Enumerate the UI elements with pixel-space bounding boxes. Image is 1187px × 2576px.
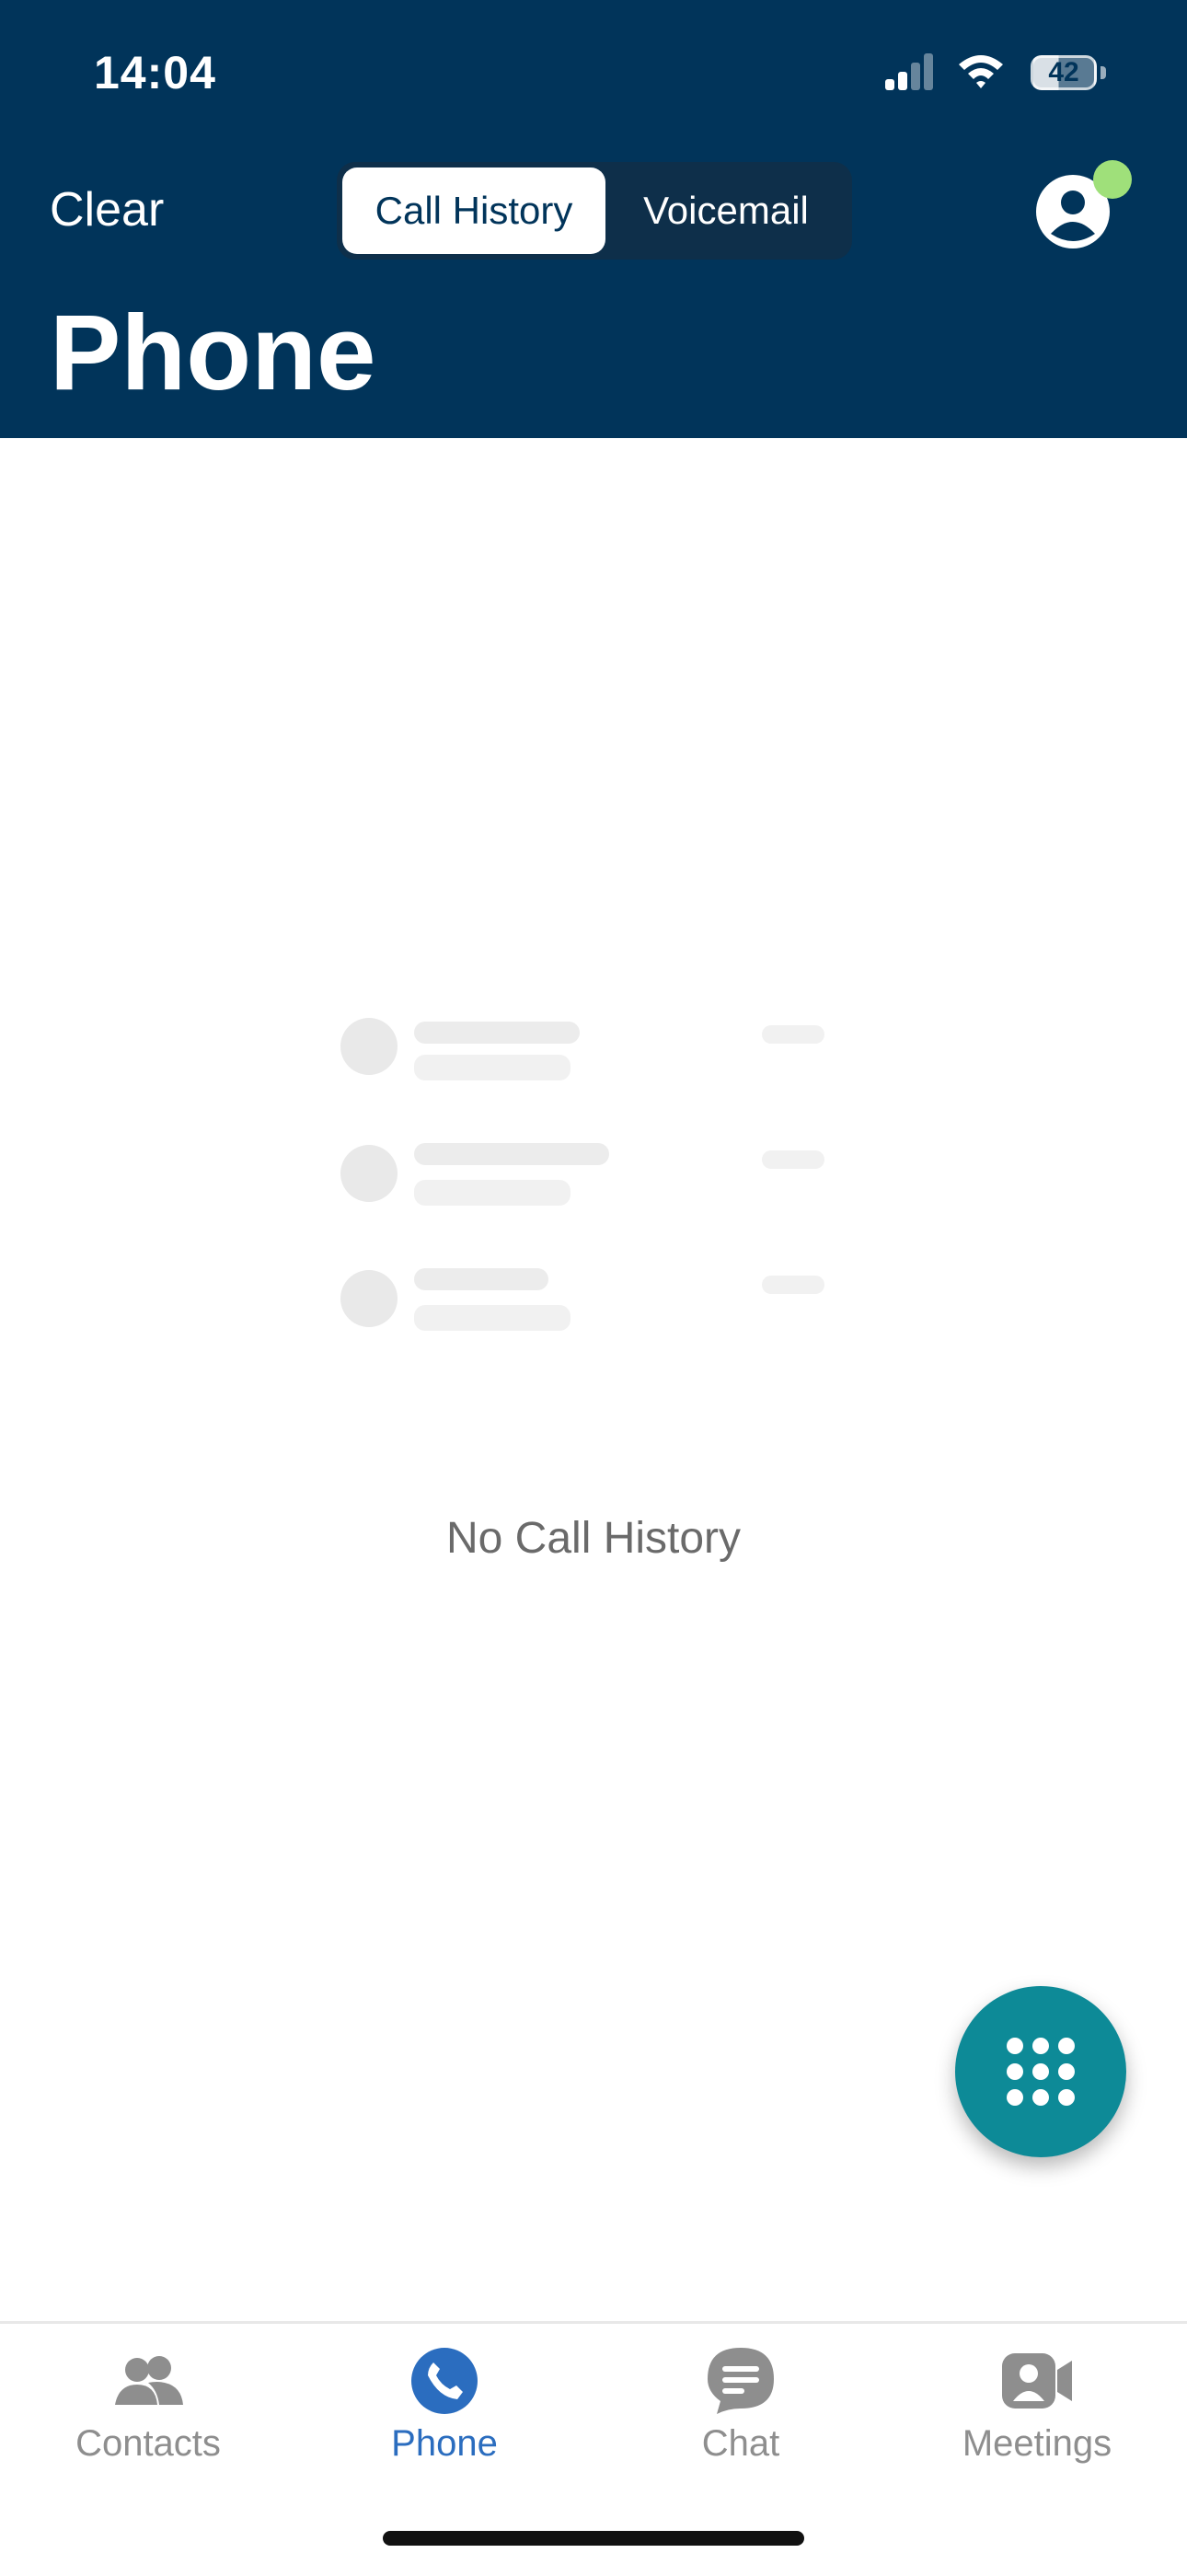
empty-state-message: No Call History [445,1514,742,1563]
skeleton-line [414,1305,570,1331]
segmented-control: Call History Voicemail [337,162,852,260]
wifi-icon [959,55,1003,88]
tab-label: Phone [391,2423,498,2464]
tab-phone[interactable]: Phone [296,2324,593,2489]
tab-label: Meetings [962,2423,1112,2464]
chat-icon [708,2348,774,2414]
tab-label: Contacts [75,2423,221,2464]
tab-voicemail[interactable]: Voicemail [605,167,847,254]
phone-icon [411,2348,478,2414]
skeleton-avatar [340,1270,398,1327]
dialpad-icon [1007,2038,1075,2106]
tab-call-history[interactable]: Call History [342,167,605,254]
page-title: Phone [50,293,376,412]
skeleton-line [762,1025,824,1044]
clear-button[interactable]: Clear [50,182,164,237]
tab-meetings[interactable]: Meetings [889,2324,1185,2489]
skeleton-avatar [340,1018,398,1075]
status-time: 14:04 [94,47,216,98]
skeleton-line [762,1276,824,1294]
contacts-icon [115,2356,183,2405]
meetings-icon [1002,2353,1072,2409]
skeleton-line [414,1268,548,1290]
skeleton-avatar [340,1145,398,1202]
skeleton-line [414,1055,570,1080]
app-header: 14:04 42 Clear Call History Voicemail Ph… [0,0,1187,438]
skeleton-line [414,1022,580,1044]
skeleton-line [762,1150,824,1169]
skeleton-line [414,1180,570,1206]
home-indicator [383,2531,804,2546]
skeleton-line [414,1143,609,1165]
presence-indicator [1093,160,1132,199]
battery-icon: 42 [1031,55,1097,90]
tab-label: Chat [701,2423,780,2464]
empty-state-illustration [340,1018,828,1331]
tab-contacts[interactable]: Contacts [0,2324,296,2489]
cellular-signal-icon [885,53,933,90]
tab-chat[interactable]: Chat [593,2324,889,2489]
battery-nub [1101,66,1106,79]
dialpad-button[interactable] [955,1986,1126,2157]
